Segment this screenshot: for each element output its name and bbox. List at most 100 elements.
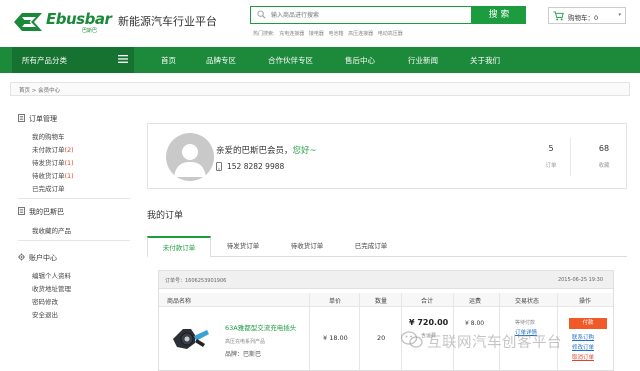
column-header: 运费 [469, 298, 482, 305]
logo-subtext: 巴斯巴 [82, 28, 98, 34]
breadcrumb[interactable]: 首页 > 会员中心 [10, 82, 630, 96]
order-tabs: 未付款订单 待发货订单 待收货订单 已完成订单 [147, 236, 627, 258]
stat-orders[interactable]: 5 订单 [531, 144, 571, 169]
unit-price: ¥ 18.00 [323, 334, 348, 342]
sidebar-item-unpaid[interactable]: 未付款订单(2) [32, 144, 74, 154]
watermark: 互联网汽车创客平台 [401, 330, 631, 352]
site-slogan: 新能源汽车行业平台 [118, 15, 217, 28]
order-total: ¥ 720.00 [409, 318, 449, 327]
tab-to-ship[interactable]: 待发货订单 [211, 236, 275, 257]
sidebar-item-logout[interactable]: 安全退出 [32, 309, 58, 319]
user-card: 亲爱的巴斯巴会员，您好~ 152 8282 9988 5 订单 68 收藏 [147, 123, 627, 189]
pay-button[interactable]: 付款 [569, 318, 607, 329]
logo[interactable]: Ebusbar 巴斯巴 [12, 8, 112, 36]
hot-search-term[interactable]: 接电器 [309, 31, 324, 37]
search-icon [257, 10, 266, 19]
document-icon [18, 114, 25, 122]
sidebar-item-label: 已完成订单 [32, 185, 65, 193]
nav-home[interactable]: 首页 [161, 55, 176, 66]
chevron-down-icon: ▾ [618, 12, 621, 18]
watermark-text: 互联网汽车创客平台 [427, 335, 562, 351]
search-box [250, 6, 472, 24]
hot-search-label: 热门搜索: [253, 31, 275, 37]
user-silhouette-icon [174, 144, 206, 177]
sidebar-heading-label: 我的巴斯巴 [29, 208, 64, 216]
sidebar-item-label: 待收货订单 [32, 172, 65, 180]
sidebar-item-favorites[interactable]: 我收藏的产品 [32, 225, 71, 235]
order-card: 订单号：1606253901906 2015-06-25 19:30 商品名称 … [158, 270, 614, 371]
phone-text: 152 8282 9988 [227, 162, 285, 171]
sidebar-heading-label: 订单管理 [29, 115, 57, 123]
shipping-fee: ¥ 8.00 [465, 320, 485, 327]
nav-industry-news[interactable]: 行业新闻 [408, 55, 438, 66]
sidebar-item-edit-profile[interactable]: 编辑个人资料 [32, 270, 71, 280]
count-badge: (1) [64, 159, 74, 167]
cart-button[interactable]: 购物车：0 ▾ [548, 7, 626, 24]
sidebar-item-label: 安全退出 [32, 311, 58, 319]
column-header: 交易状态 [515, 298, 540, 305]
nav-partner-zone[interactable]: 合作伙伴专区 [268, 55, 313, 66]
stat-number: 68 [598, 144, 610, 153]
product-name-link[interactable]: 63A雅都型交流充电插头 [225, 322, 296, 332]
order-date: 2015-06-25 19:30 [557, 277, 603, 283]
sidebar-heading-label: 账户中心 [29, 254, 57, 262]
phone-icon [216, 162, 222, 171]
column-header: 商品名称 [167, 298, 192, 305]
nav-about-us[interactable]: 关于我们 [470, 55, 500, 66]
sidebar-item-label: 我收藏的产品 [32, 227, 71, 235]
hot-search-term[interactable]: 电动高压器 [378, 31, 403, 37]
divider [570, 138, 571, 176]
column-header: 操作 [579, 298, 592, 305]
sidebar-item-cart[interactable]: 我的购物车 [32, 131, 65, 141]
product-brand: 品牌：巴斯巴 [225, 351, 262, 358]
search-input[interactable] [271, 9, 466, 21]
table-header: 商品名称 单价 数量 合计 运费 交易状态 操作 [159, 293, 613, 307]
sidebar-item-label: 收货地址管理 [32, 285, 71, 293]
cart-label: 购物车：0 [568, 14, 599, 22]
order-header: 订单号：1606253901906 2015-06-25 19:30 [159, 271, 613, 289]
document-icon [18, 207, 25, 215]
sidebar-item-addresses[interactable]: 收货地址管理 [32, 283, 71, 293]
greeting: 亲爱的巴斯巴会员，您好~ [216, 144, 317, 156]
divider [18, 240, 130, 241]
stat-number: 5 [548, 144, 554, 153]
hot-search-term[interactable]: 充电连接器 [279, 31, 304, 37]
hot-searches: 热门搜索: 充电连接器 接电器 电池箱 高压连接器 电动高压器 [253, 30, 406, 37]
all-categories-label: 所有产品分类 [22, 56, 67, 65]
stat-favorites[interactable]: 68 收藏 [584, 144, 624, 169]
sidebar-item-to-ship[interactable]: 待发货订单(1) [32, 157, 74, 167]
all-categories-menu[interactable]: 所有产品分类 [12, 47, 134, 73]
sidebar-item-completed[interactable]: 已完成订单 [32, 183, 65, 193]
search-button[interactable]: 搜 索 [472, 6, 526, 24]
tab-unpaid[interactable]: 未付款订单 [147, 236, 211, 258]
hot-search-term[interactable]: 电池箱 [329, 31, 344, 37]
header: Ebusbar 巴斯巴 新能源汽车行业平台 搜 索 热门搜索: 充电连接器 接电… [0, 0, 640, 46]
sidebar-item-label: 密码修改 [32, 298, 58, 306]
cancel-order-link[interactable]: 取消订单 [572, 353, 594, 361]
quantity: 20 [377, 334, 386, 342]
sidebar-item-label: 编辑个人资料 [32, 272, 71, 280]
order-status: 等待付款 [515, 320, 536, 326]
tab-to-receive[interactable]: 待收货订单 [275, 236, 339, 257]
stat-label: 订单 [545, 163, 557, 169]
order-number: 订单号：1606253901906 [165, 278, 227, 284]
sidebar-item-to-receive[interactable]: 待收货订单(1) [32, 170, 74, 180]
nav-after-sales[interactable]: 售后中心 [345, 55, 375, 66]
count-badge: (2) [64, 146, 74, 154]
gear-icon [18, 253, 25, 261]
product-category: 高压充电系列产品 [225, 339, 266, 345]
hot-search-term[interactable]: 高压连接器 [348, 31, 373, 37]
greeting-hi: 您好~ [292, 146, 317, 156]
column-header: 合计 [421, 298, 434, 305]
nav-brand-zone[interactable]: 品牌专区 [206, 55, 236, 66]
section-title: 我的订单 [147, 211, 184, 221]
divider [359, 293, 360, 371]
sidebar-item-label: 我的购物车 [32, 133, 65, 141]
sidebar-item-password[interactable]: 密码修改 [32, 296, 58, 306]
divider [18, 198, 130, 199]
avatar[interactable] [166, 133, 214, 181]
divider [309, 293, 310, 371]
product-thumbnail[interactable] [167, 315, 211, 355]
logo-text: Ebusbar [46, 10, 112, 28]
tab-completed[interactable]: 已完成订单 [339, 236, 403, 257]
